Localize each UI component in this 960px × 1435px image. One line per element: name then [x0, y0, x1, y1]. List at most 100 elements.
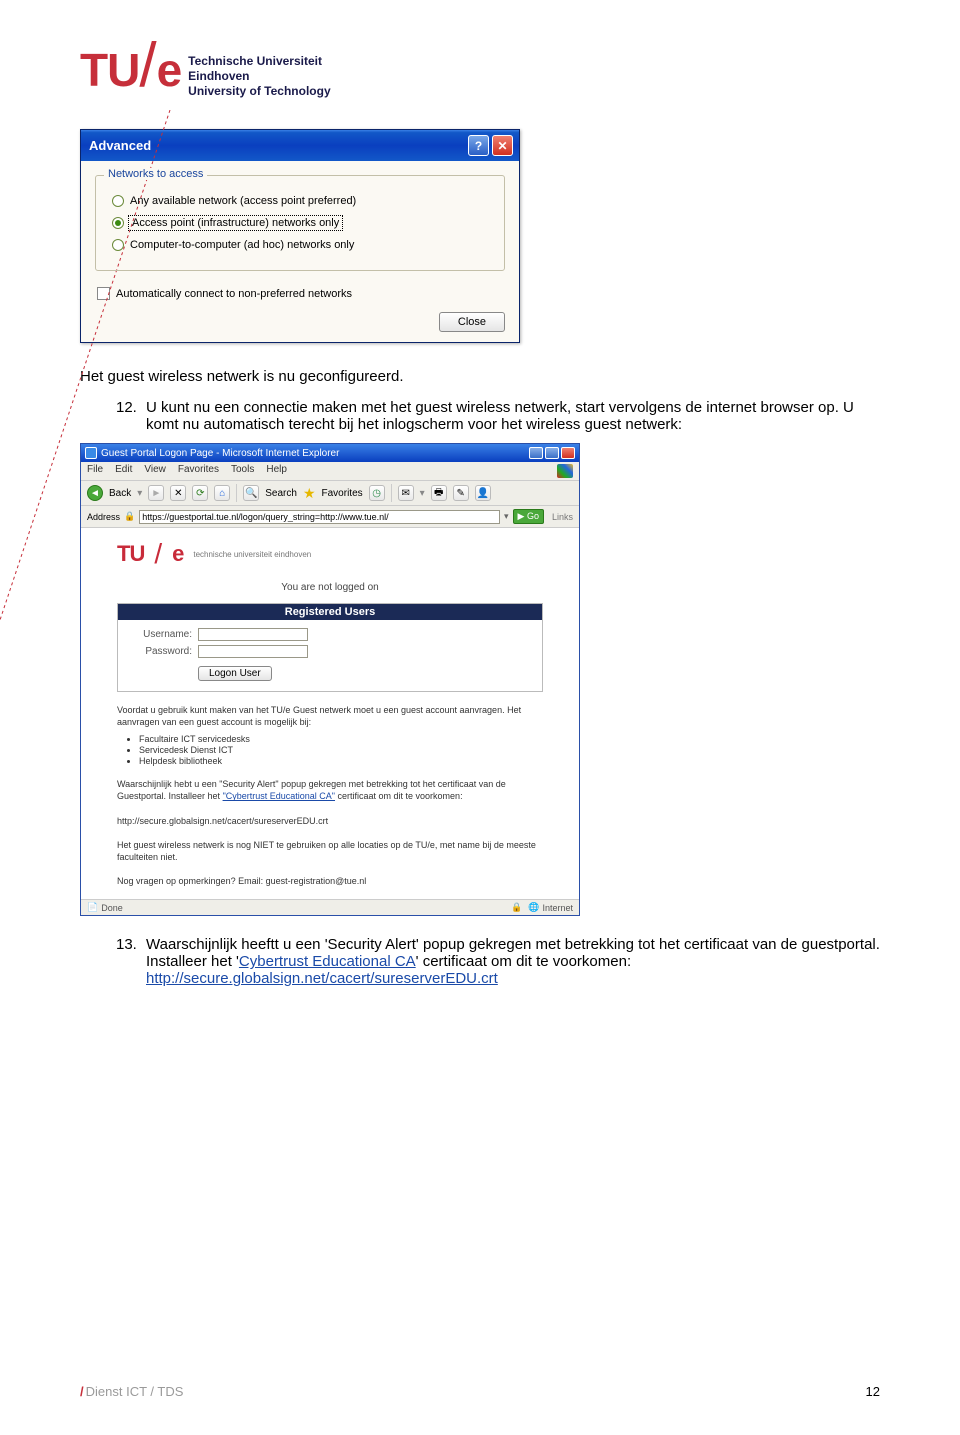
browser-toolbar[interactable]: ◄ Back ▾ ► ✕ ⟳ ⌂ 🔍 Search ★ Favorites ◷ …	[81, 481, 579, 506]
not-logged-text: You are not logged on	[117, 582, 543, 593]
username-row: Username:	[132, 628, 528, 641]
logo-line1: Technische Universiteit	[188, 54, 330, 69]
page-para-5: Nog vragen op opmerkingen? Email: guest-…	[117, 875, 543, 887]
username-label: Username:	[132, 629, 192, 640]
search-icon[interactable]: 🔍	[243, 485, 259, 501]
home-icon[interactable]: ⌂	[214, 485, 230, 501]
back-label[interactable]: Back	[109, 488, 131, 499]
university-logo: TU / e Technische Universiteit Eindhoven…	[80, 50, 880, 99]
favorites-icon[interactable]: ★	[303, 485, 316, 502]
forward-icon[interactable]: ►	[148, 485, 164, 501]
links-label[interactable]: Links	[552, 512, 573, 522]
step-13: 13. Waarschijnlijk heeftt u een 'Securit…	[116, 936, 880, 987]
browser-title: Guest Portal Logon Page - Microsoft Inte…	[101, 448, 339, 459]
search-label[interactable]: Search	[265, 488, 297, 499]
logo-line2: Eindhoven	[188, 69, 330, 84]
menu-help[interactable]: Help	[266, 464, 287, 478]
radio-access-point[interactable]: Access point (infrastructure) networks o…	[108, 212, 492, 234]
radio-label: Access point (infrastructure) networks o…	[130, 217, 341, 229]
radio-icon-checked	[112, 217, 124, 229]
close-icon[interactable]: ✕	[492, 135, 513, 156]
browser-statusbar: 📄 Done 🔒 🌐 Internet	[81, 899, 579, 915]
intro-paragraph: Het guest wireless netwerk is nu geconfi…	[80, 368, 880, 385]
help-icon[interactable]: ?	[468, 135, 489, 156]
favorites-label[interactable]: Favorites	[322, 488, 363, 499]
close-button[interactable]: Close	[439, 312, 505, 332]
page-para-3: http://secure.globalsign.net/cacert/sure…	[117, 815, 543, 827]
refresh-icon[interactable]: ⟳	[192, 485, 208, 501]
menu-edit[interactable]: Edit	[115, 464, 132, 478]
page-para-2: Waarschijnlijk hebt u een "Security Aler…	[117, 778, 543, 802]
radio-icon	[112, 239, 124, 251]
page-number: 12	[866, 1384, 880, 1399]
status-lock-icon: 🔒	[511, 902, 522, 913]
back-icon[interactable]: ◄	[87, 485, 103, 501]
dialog-titlebar[interactable]: Advanced ? ✕	[81, 130, 519, 161]
menu-file[interactable]: File	[87, 464, 103, 478]
step-number: 13.	[116, 936, 146, 987]
go-button[interactable]: ▶ Go	[513, 509, 544, 524]
page-logo-e: e	[172, 541, 183, 567]
edit-icon[interactable]: ✎	[453, 485, 469, 501]
step-12: 12. U kunt nu een connectie maken met he…	[116, 399, 880, 433]
print-icon[interactable]: 🖶	[431, 485, 447, 501]
browser-menubar[interactable]: File Edit View Favorites Tools Help	[81, 462, 579, 481]
page-footer: /Dienst ICT / TDS 12	[80, 1384, 880, 1399]
browser-titlebar[interactable]: Guest Portal Logon Page - Microsoft Inte…	[81, 444, 579, 462]
radio-adhoc[interactable]: Computer-to-computer (ad hoc) networks o…	[108, 234, 492, 256]
menu-favorites[interactable]: Favorites	[178, 464, 219, 478]
auto-connect-checkbox[interactable]: Automatically connect to non-preferred n…	[95, 285, 505, 312]
page-cert-link[interactable]: "Cybertrust Educational CA"	[223, 791, 335, 801]
status-done-icon: 📄	[87, 902, 98, 913]
page-para-4: Het guest wireless netwerk is nog NIET t…	[117, 839, 543, 863]
browser-screenshot: Guest Portal Logon Page - Microsoft Inte…	[80, 443, 580, 916]
list-item: Helpdesk bibliotheek	[139, 756, 543, 766]
history-icon[interactable]: ◷	[369, 485, 385, 501]
logo-tu: TU	[80, 50, 139, 91]
globe-icon: 🌐	[528, 902, 539, 913]
step-text: U kunt nu een connectie maken met het gu…	[146, 399, 880, 433]
close-icon[interactable]	[561, 447, 575, 459]
stop-icon[interactable]: ✕	[170, 485, 186, 501]
step-number: 12.	[116, 399, 146, 433]
logon-button[interactable]: Logon User	[198, 666, 272, 681]
radio-any-network[interactable]: Any available network (access point pref…	[108, 190, 492, 212]
list-item: Facultaire ICT servicedesks	[139, 734, 543, 744]
page-list: Facultaire ICT servicedesks Servicedesk …	[139, 734, 543, 766]
password-input[interactable]	[198, 645, 308, 658]
menu-view[interactable]: View	[144, 464, 166, 478]
cybertrust-link[interactable]: Cybertrust Educational CA	[239, 953, 416, 970]
ie-icon	[85, 447, 97, 459]
logo-slash: /	[139, 44, 156, 87]
username-input[interactable]	[198, 628, 308, 641]
minimize-icon[interactable]	[529, 447, 543, 459]
menu-tools[interactable]: Tools	[231, 464, 254, 478]
registered-users-box: Registered Users Username: Password: Log…	[117, 603, 543, 692]
radio-label: Any available network (access point pref…	[130, 195, 356, 207]
advanced-dialog: Advanced ? ✕ Networks to access Any avai…	[80, 129, 520, 343]
logo-text: Technische Universiteit Eindhoven Univer…	[188, 54, 330, 99]
lock-icon: 🔒	[124, 511, 135, 522]
status-zone: Internet	[542, 903, 573, 913]
radio-icon	[112, 195, 124, 207]
address-input[interactable]	[139, 510, 500, 524]
messenger-icon[interactable]: 👤	[475, 485, 491, 501]
checkbox-label: Automatically connect to non-preferred n…	[116, 288, 352, 300]
page-para-1: Voordat u gebruik kunt maken van het TU/…	[117, 704, 543, 728]
maximize-icon[interactable]	[545, 447, 559, 459]
ms-flag-icon	[557, 464, 573, 478]
page-logo-slash: /	[154, 538, 162, 570]
password-label: Password:	[132, 646, 192, 657]
group-title: Networks to access	[104, 168, 207, 180]
networks-to-access-group: Networks to access Any available network…	[95, 175, 505, 271]
mail-icon[interactable]: ✉	[398, 485, 414, 501]
logo-line3: University of Technology	[188, 84, 330, 99]
dialog-title: Advanced	[89, 138, 151, 153]
password-row: Password:	[132, 645, 528, 658]
page-logo-label: technische universiteit eindhoven	[193, 550, 311, 559]
cert-url-link[interactable]: http://secure.globalsign.net/cacert/sure…	[146, 970, 498, 987]
footer-dept: Dienst ICT / TDS	[86, 1384, 184, 1399]
step-text: Waarschijnlijk heeftt u een 'Security Al…	[146, 936, 880, 987]
registered-users-header: Registered Users	[118, 604, 542, 620]
browser-addressbar[interactable]: Address 🔒 ▾ ▶ Go Links	[81, 506, 579, 528]
